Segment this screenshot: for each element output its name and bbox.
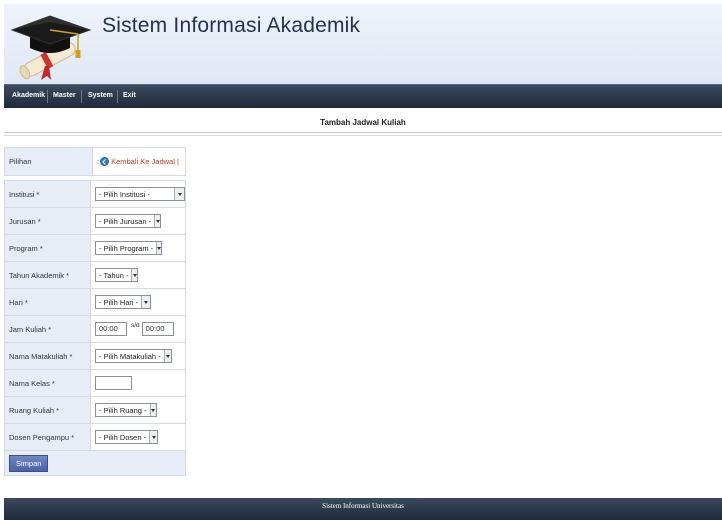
hari-value: - Pilih Hari - (99, 297, 139, 307)
save-button[interactable]: Simpan (9, 454, 49, 472)
app-header: Sistem Informasi Akademik (4, 4, 722, 84)
tahun-label: Tahun Akademik * (4, 261, 91, 289)
pilihan-cell: : Kembali Ke Jadwal | (92, 147, 186, 176)
jam-start-input[interactable]: 00:00 (95, 322, 127, 336)
page-footer: Sistem Informasi Universitas (4, 498, 722, 520)
jurusan-label: Jurusan * (4, 207, 91, 235)
hari-select[interactable]: - Pilih Hari - (95, 295, 151, 309)
submit-row: Simpan (4, 450, 186, 476)
chevron-down-icon (163, 350, 171, 362)
jurusan-select[interactable]: - Pilih Jurusan - (95, 214, 161, 228)
chevron-down-icon (174, 188, 184, 200)
back-circle-icon[interactable] (100, 157, 110, 166)
ruang-label: Ruang Kuliah * (4, 396, 91, 424)
ruang-select[interactable]: - Pilih Ruang - (95, 403, 157, 417)
dosen-label: Dosen Pengampu * (4, 423, 91, 451)
divider (4, 135, 722, 136)
matakuliah-label: Nama Matakuliah * (4, 342, 91, 370)
divider (4, 132, 722, 133)
page-title: Tambah Jadwal Kuliah (320, 118, 406, 127)
pilihan-label: Pilihan (4, 147, 93, 176)
main-navbar: Akademik Master System Exit (4, 84, 722, 108)
jam-end-input[interactable]: 00:00 (141, 322, 174, 336)
chevron-down-icon (141, 296, 150, 308)
jurusan-value: - Pilih Jurusan - (99, 216, 152, 226)
nav-separator (117, 90, 118, 103)
nav-separator (47, 90, 48, 103)
chevron-down-icon (154, 215, 160, 227)
program-label: Program * (4, 234, 91, 262)
kelas-input[interactable] (95, 376, 132, 390)
tahun-value: - Tahun - (99, 270, 129, 280)
colon: : (97, 157, 100, 166)
app-title: Sistem Informasi Akademik (102, 14, 361, 37)
jam-label: Jam Kuliah * (4, 315, 91, 343)
matakuliah-value: - Pilih Matakuliah - (99, 351, 161, 361)
jam-separator: s/d (131, 321, 140, 329)
schedule-form: Institusi * - Pilih Institusi - Jurusan … (4, 180, 186, 476)
tahun-select[interactable]: - Tahun - (95, 268, 138, 282)
chevron-down-icon (156, 242, 162, 254)
program-value: - Pilih Program - (99, 243, 154, 253)
hari-label: Hari * (4, 288, 91, 316)
nav-system[interactable]: System (88, 92, 113, 99)
institusi-label: Institusi * (4, 180, 91, 208)
institusi-select[interactable]: - Pilih Institusi - (95, 187, 185, 201)
back-to-schedule-link[interactable]: Kembali Ke Jadwal | (111, 157, 179, 166)
nav-exit[interactable]: Exit (123, 92, 136, 99)
chevron-down-icon (131, 269, 137, 281)
pilihan-table: Pilihan : Kembali Ke Jadwal | (4, 147, 186, 176)
dosen-select[interactable]: - Pilih Dosen - (95, 430, 158, 444)
nav-separator (81, 90, 82, 103)
institusi-value: - Pilih Institusi - (99, 189, 150, 199)
chevron-down-icon (149, 404, 156, 416)
program-select[interactable]: - Pilih Program - (95, 241, 162, 255)
kelas-label: Nama Kelas * (4, 369, 91, 397)
matakuliah-select[interactable]: - Pilih Matakuliah - (95, 349, 172, 363)
nav-akademik[interactable]: Akademik (12, 92, 45, 99)
graduation-cap-logo-icon (10, 15, 92, 80)
ruang-value: - Pilih Ruang - (99, 405, 147, 415)
dosen-value: - Pilih Dosen - (99, 432, 147, 442)
nav-master[interactable]: Master (53, 92, 76, 99)
chevron-down-icon (149, 431, 157, 443)
